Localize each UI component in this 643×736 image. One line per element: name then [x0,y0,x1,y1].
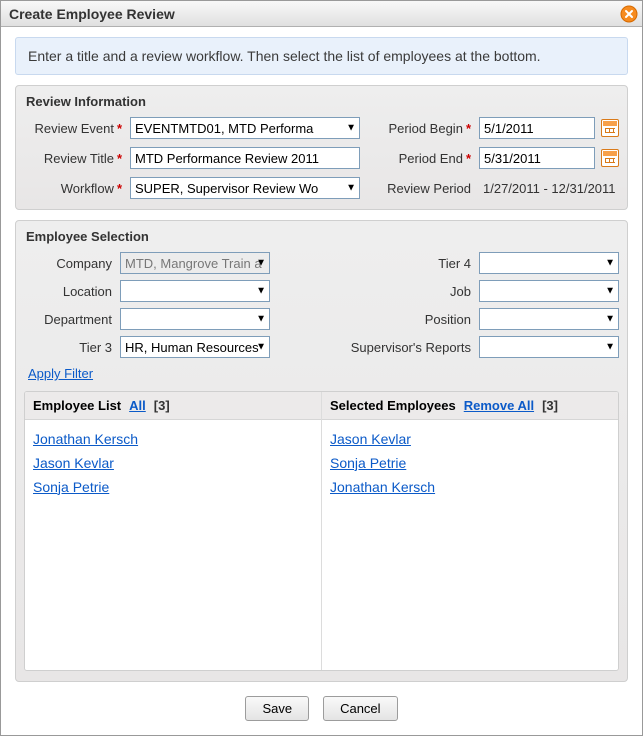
required-star: * [117,121,122,136]
required-star: * [117,181,122,196]
selected-employee-item[interactable]: Sonja Petrie [330,452,610,476]
selected-employees-count: [3] [542,398,558,413]
calendar-icon[interactable] [601,149,619,167]
close-icon [620,5,638,23]
required-star: * [466,151,471,166]
tier3-select[interactable]: HR, Human Resources ▼ [120,336,270,358]
required-star: * [117,151,122,166]
review-period-value: 1/27/2011 - 12/31/2011 [479,181,619,196]
review-event-select[interactable]: EVENTMTD01, MTD Performa ▼ [130,117,360,139]
section-title-review-information: Review Information [26,94,617,109]
selected-employees-body: Jason Kevlar Sonja Petrie Jonathan Kersc… [322,420,618,507]
workflow-select[interactable]: SUPER, Supervisor Review Wo ▼ [130,177,360,199]
company-select[interactable]: MTD, Mangrove Train a ▼ [120,252,270,274]
label-location: Location [24,284,114,299]
period-end-input[interactable]: 5/31/2011 [479,147,595,169]
department-select[interactable]: ▼ [120,308,270,330]
button-row: Save Cancel [15,696,628,721]
employee-list-title: Employee List [33,398,121,413]
calendar-icon[interactable] [601,119,619,137]
remove-all-link[interactable]: Remove All [464,398,534,413]
window-title: Create Employee Review [9,6,620,22]
label-supervisors-reports: Supervisor's Reports [276,340,473,355]
employee-list-body: Jonathan Kersch Jason Kevlar Sonja Petri… [25,420,321,507]
selected-employee-item[interactable]: Jonathan Kersch [330,476,610,500]
info-banner: Enter a title and a review workflow. The… [15,37,628,75]
employee-list-item[interactable]: Sonja Petrie [33,476,313,500]
label-review-title: Review Title* [24,151,124,166]
selected-employees-header: Selected Employees Remove All [3] [322,392,618,420]
employee-list-all-link[interactable]: All [129,398,146,413]
label-period-begin: Period Begin* [366,121,473,136]
titlebar: Create Employee Review [1,1,642,27]
job-select[interactable]: ▼ [479,280,619,302]
selected-employees-title: Selected Employees [330,398,456,413]
label-review-event: Review Event* [24,121,124,136]
label-tier4: Tier 4 [276,256,473,271]
close-button[interactable] [620,5,638,23]
location-select[interactable]: ▼ [120,280,270,302]
label-department: Department [24,312,114,327]
label-workflow: Workflow* [24,181,124,196]
employee-list-header: Employee List All [3] [25,392,321,420]
supervisors-reports-select[interactable]: ▼ [479,336,619,358]
section-review-information: Review Information Review Event* EVENTMT… [15,85,628,210]
employee-list-item[interactable]: Jonathan Kersch [33,428,313,452]
dialog-create-employee-review: Create Employee Review Enter a title and… [0,0,643,736]
period-begin-input[interactable]: 5/1/2011 [479,117,595,139]
position-select[interactable]: ▼ [479,308,619,330]
employee-list-item[interactable]: Jason Kevlar [33,452,313,476]
review-title-input[interactable]: MTD Performance Review 2011 [130,147,360,169]
employee-lists: Employee List All [3] Jonathan Kersch Ja… [24,391,619,671]
selected-employees-column: Selected Employees Remove All [3] Jason … [321,392,618,670]
selected-employee-item[interactable]: Jason Kevlar [330,428,610,452]
label-company: Company [24,256,114,271]
cancel-button[interactable]: Cancel [323,696,397,721]
save-button[interactable]: Save [245,696,309,721]
label-review-period: Review Period [366,181,473,196]
label-job: Job [276,284,473,299]
label-position: Position [276,312,473,327]
employee-list-count: [3] [154,398,170,413]
apply-filter-link[interactable]: Apply Filter [28,366,93,381]
employee-list-column: Employee List All [3] Jonathan Kersch Ja… [25,392,321,670]
label-period-end: Period End* [366,151,473,166]
section-title-employee-selection: Employee Selection [26,229,617,244]
label-tier3: Tier 3 [24,340,114,355]
required-star: * [466,121,471,136]
tier4-select[interactable]: ▼ [479,252,619,274]
section-employee-selection: Employee Selection Company MTD, Mangrove… [15,220,628,682]
